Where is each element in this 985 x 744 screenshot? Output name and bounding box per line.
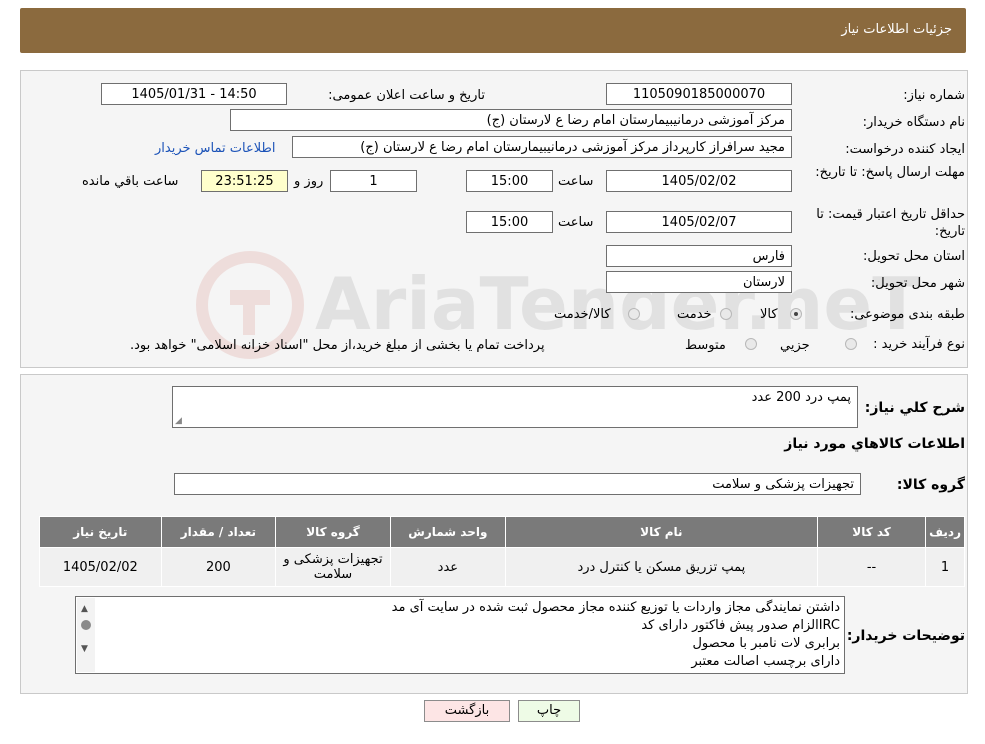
need-desc-field: پمپ درد 200 عدد ◢ [172,386,858,428]
category-goods-service-radio[interactable] [628,308,640,320]
buyer-org-field: مرکز آموزشی درمانیبیمارستان امام رضا ع ل… [230,109,792,131]
col-quantity: تعداد / مقدار [160,516,277,548]
cell-row-number: 1 [925,547,965,587]
goods-group-label: گروه کالا: [896,477,965,493]
creator-label: ایجاد کننده درخواست: [845,142,965,157]
process-partial-label: جزیي [780,338,810,353]
buyer-notes-line: برابری لات نامبر با محصول [692,636,840,651]
creator-field: مجید سرافراز کارپرداز مرکز آموزشی درمانی… [292,136,792,158]
col-need-date: تاریخ نیاز [39,516,162,548]
validity-date-field: 1405/02/07 [606,211,792,233]
items-table-header-row: ردیف کد کالا نام کالا واحد شمارش گروه کا… [39,516,965,548]
scroll-thumb[interactable] [81,620,91,630]
cell-quantity: 200 [160,547,277,587]
cell-unit: عدد [389,547,506,587]
goods-info-heading: اطلاعات کالاهاي مورد نیاز [784,436,965,452]
category-goods-service-label: کالا/خدمت [554,307,611,322]
cell-need-date: 1405/02/02 [39,547,162,587]
process-type-label: نوع فرآیند خرید : [873,337,965,352]
notes-scrollbar[interactable]: ▲ ▼ [77,598,95,672]
col-goods-name: نام کالا [504,516,818,548]
reply-deadline-label: مهلت ارسال پاسخ: تا تاریخ: [815,165,965,180]
category-service-radio[interactable] [720,308,732,320]
buyer-org-label: نام دستگاه خریدار: [862,115,965,130]
reply-date-field: 1405/02/02 [606,170,792,192]
resize-grip-icon: ◢ [175,416,182,426]
back-button[interactable]: بازگشت [424,700,510,722]
remaining-label: ساعت باقي مانده [82,174,179,189]
need-desc-label: شرح کلي نیاز: [864,400,965,416]
process-partial-radio[interactable] [845,338,857,350]
scroll-up-icon[interactable]: ▲ [81,600,88,618]
countdown-field: 23:51:25 [201,170,288,192]
need-number-label: شماره نیاز: [903,88,965,103]
items-table: ردیف کد کالا نام کالا واحد شمارش گروه کا… [39,516,965,587]
buyer-notes-field[interactable]: داشتن نمایندگی مجاز واردات یا توزیع کنند… [75,596,845,674]
announce-datetime-field: 1405/01/31 - 14:50 [101,83,287,105]
col-row-number: ردیف [925,516,965,548]
page-header: جزئیات اطلاعات نیاز [20,8,966,53]
cell-goods-name: پمپ تزریق مسکن یا کنترل درد [504,547,818,587]
reply-time-field: 15:00 [466,170,553,192]
process-medium-label: متوسط [685,338,726,353]
province-field: فارس [606,245,792,267]
category-service-label: خدمت [677,307,712,322]
buyer-notes-line: داشتن نمایندگی مجاز واردات یا توزیع کنند… [391,600,840,615]
reply-days-field: 1 [330,170,417,192]
table-row: 1 -- پمپ تزریق مسکن یا کنترل درد عدد تجه… [39,547,965,587]
city-field: لارستان [606,271,792,293]
price-validity-label: حداقل تاریخ اعتبار قیمت: تا تاریخ: [816,207,965,239]
need-number-field: 1105090185000070 [606,83,792,105]
validity-time-label: ساعت [558,215,594,230]
category-label: طبقه بندی موضوعی: [849,307,965,322]
process-medium-radio[interactable] [745,338,757,350]
need-desc-text: پمپ درد 200 عدد [751,390,851,405]
category-goods-label: کالا [760,307,778,322]
buyer-contact-link[interactable]: اطلاعات تماس خریدار [155,141,275,156]
buyer-notes-label: توضیحات خریدار: [846,628,965,644]
col-goods-code: کد کالا [816,516,927,548]
city-label: شهر محل تحویل: [870,276,965,291]
category-goods-radio[interactable] [790,308,802,320]
validity-time-field: 15:00 [466,211,553,233]
col-goods-group: گروه کالا [275,516,391,548]
process-note: پرداخت تمام یا بخشی از مبلغ خرید،از محل … [130,338,545,353]
cell-goods-group: تجهیزات پزشکی و سلامت [275,547,391,587]
province-label: استان محل تحویل: [863,249,965,264]
day-and-label: روز و [294,174,324,189]
cell-goods-code: -- [816,547,927,587]
announce-datetime-label: تاریخ و ساعت اعلان عمومی: [328,88,485,103]
reply-time-label: ساعت [558,174,594,189]
page-title: جزئیات اطلاعات نیاز [841,22,952,37]
print-button[interactable]: چاپ [518,700,580,722]
buyer-notes-line: دارای برچسب اصالت معتبر [691,654,840,669]
scroll-down-icon[interactable]: ▼ [81,640,88,658]
goods-group-field: تجهیزات پزشکی و سلامت [174,473,861,495]
col-unit: واحد شمارش [389,516,506,548]
buyer-notes-line: IRCالزام صدور پیش فاکتور دارای کد [641,618,840,633]
